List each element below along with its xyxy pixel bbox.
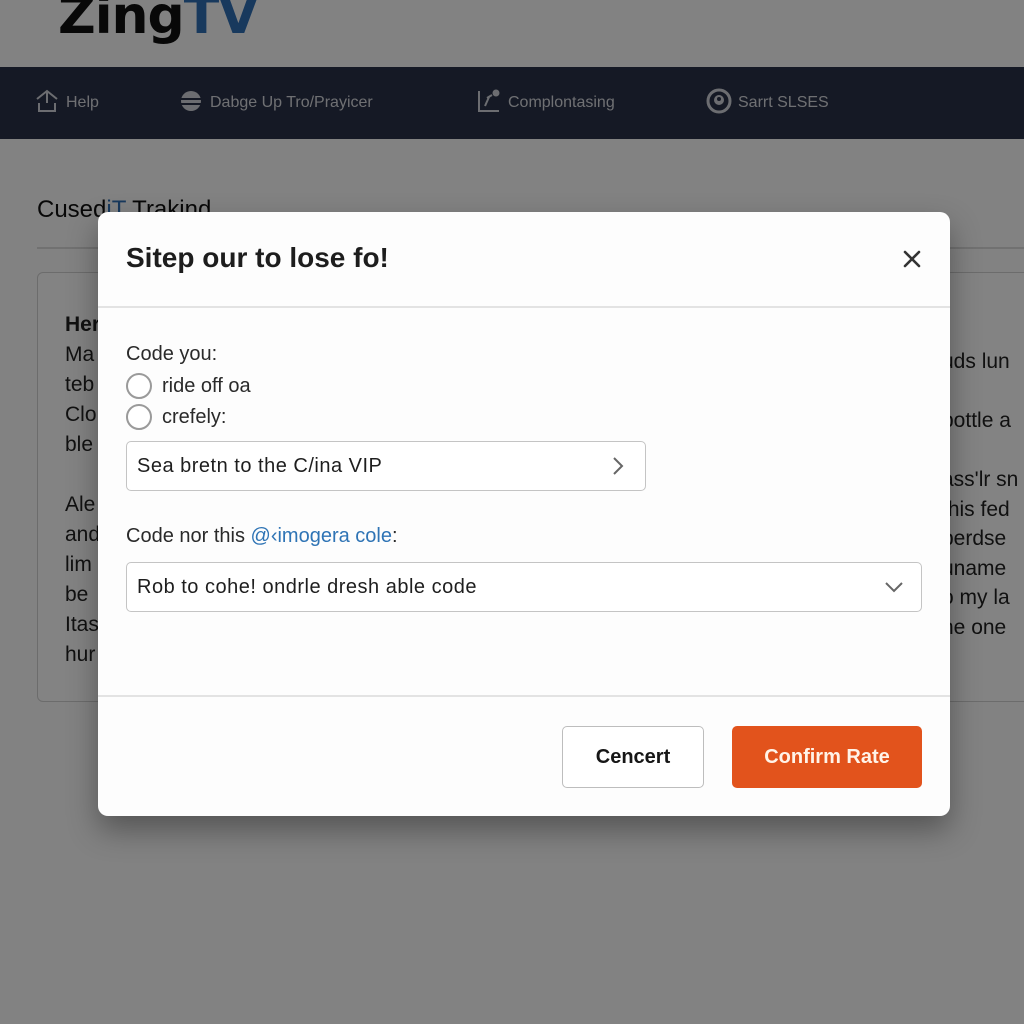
select-label-link[interactable]: @‹imogera cole xyxy=(251,525,392,547)
dialog-title: Sitep our to lose fo! xyxy=(126,242,389,273)
chevron-right-icon xyxy=(607,455,629,477)
radio-group-label: Code you: xyxy=(126,343,218,365)
chevron-down-icon xyxy=(883,576,905,598)
radio-label: crefely: xyxy=(162,405,227,428)
radio-button[interactable] xyxy=(126,373,152,399)
radio-option-ride-off[interactable]: ride off oa xyxy=(126,373,251,399)
code-select[interactable]: Rob to cohe! ondrle dresh able code xyxy=(126,562,922,612)
radio-button[interactable] xyxy=(126,404,152,430)
close-button[interactable] xyxy=(896,245,928,277)
link-field-value: Sea bretn to the C/ina VIP xyxy=(137,454,383,477)
select-label: Code nor this @‹imogera cole: xyxy=(126,525,398,548)
radio-option-crefely[interactable]: crefely: xyxy=(126,404,226,430)
confirm-dialog: Sitep our to lose fo! Code you: ride off… xyxy=(98,212,950,816)
select-label-suffix: : xyxy=(391,525,398,547)
link-field[interactable]: Sea bretn to the C/ina VIP xyxy=(126,441,646,491)
radio-label: ride off oa xyxy=(162,374,251,397)
confirm-rate-button[interactable]: Confirm Rate xyxy=(732,726,922,788)
code-select-value: Rob to cohe! ondrle dresh able code xyxy=(137,575,477,598)
cancel-button[interactable]: Cencert xyxy=(562,726,704,788)
select-label-text: Code nor this xyxy=(126,525,251,547)
close-icon xyxy=(902,249,922,274)
dialog-footer-divider xyxy=(98,695,950,697)
dialog-header: Sitep our to lose fo! xyxy=(98,212,950,308)
